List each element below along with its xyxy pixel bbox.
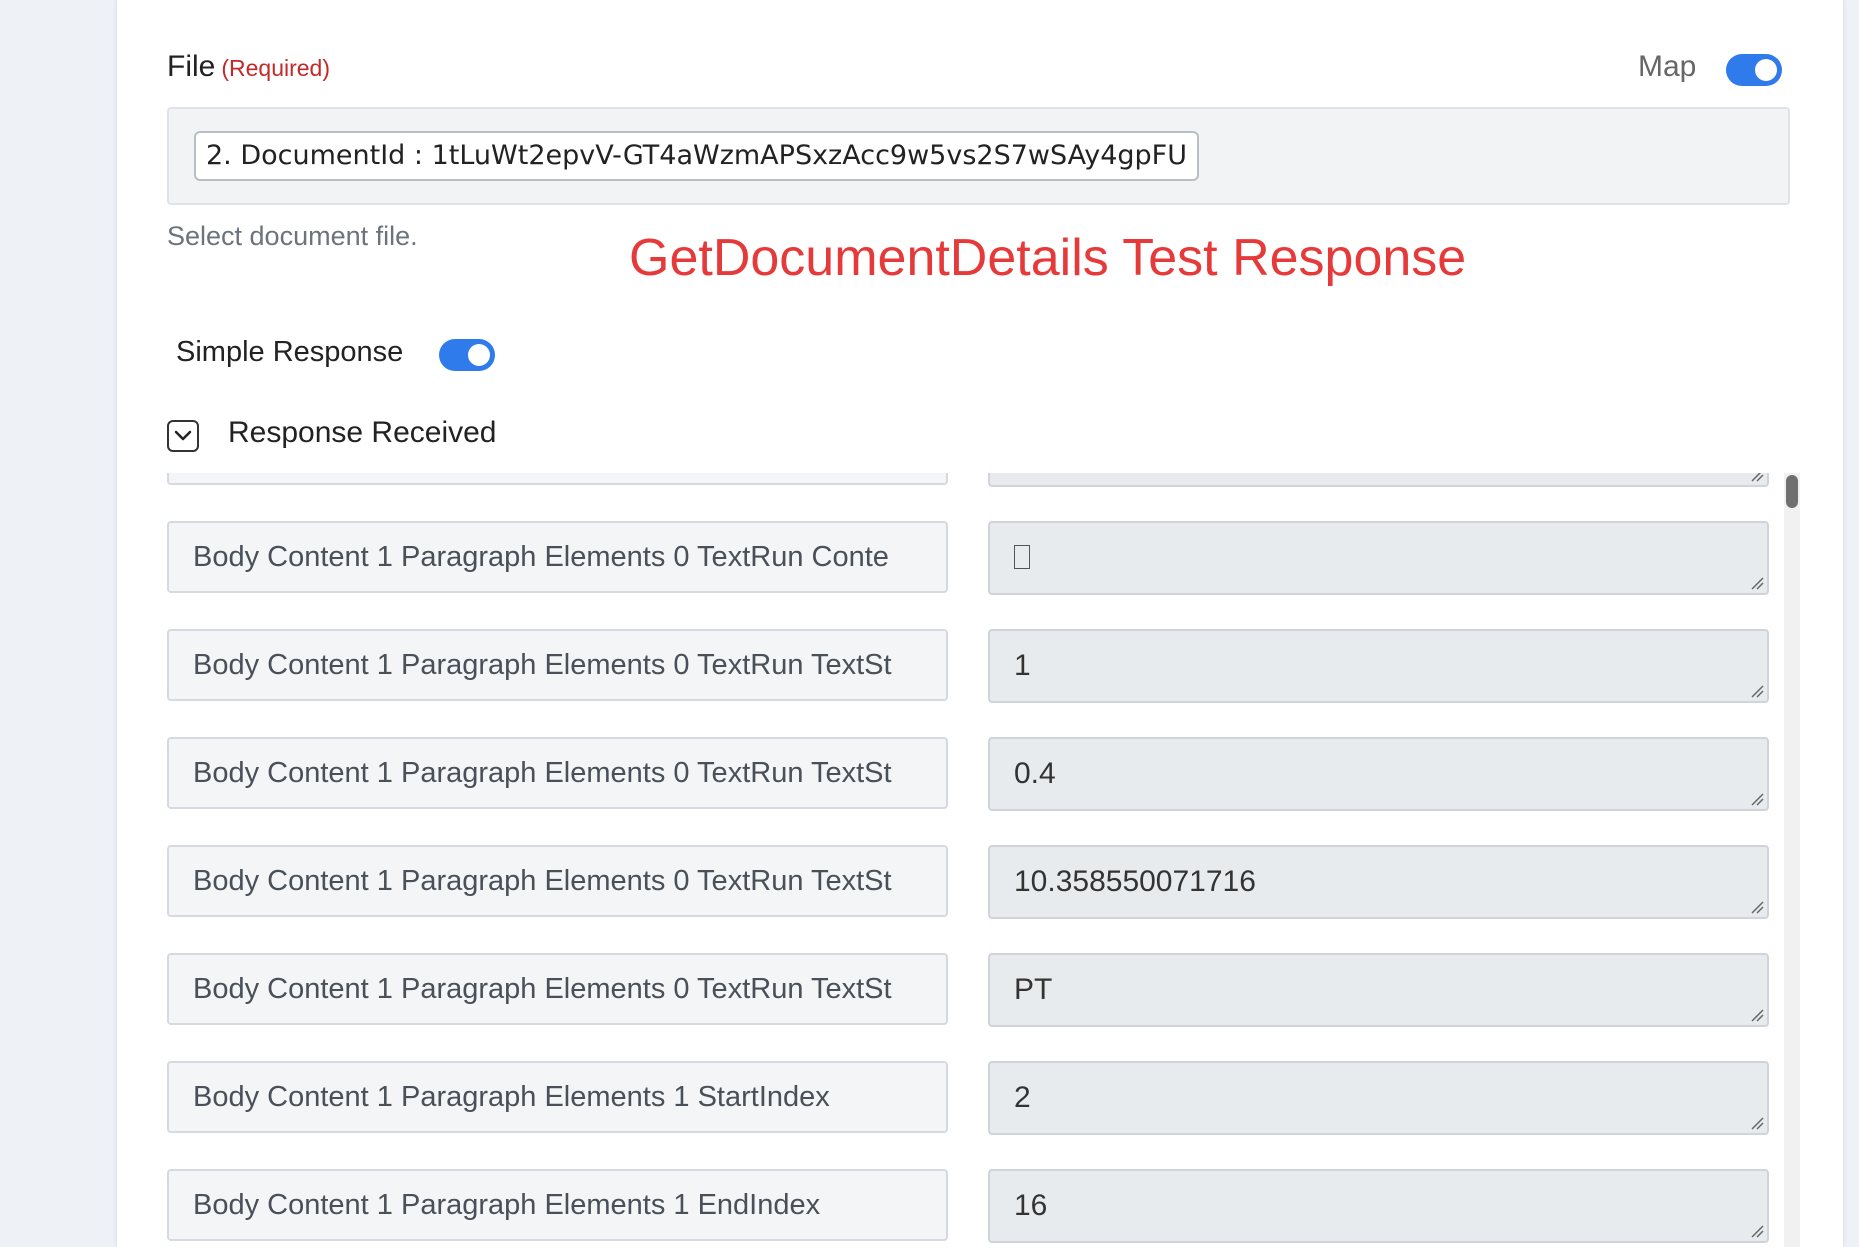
response-value-text: PT (1014, 973, 1053, 1006)
response-row: Body Content 1 Paragraph Elements 0 Text… (150, 511, 1770, 619)
response-value[interactable]: 10.358550071716 (988, 845, 1769, 919)
response-key: Body Content 1 Paragraph Elements 1 EndI… (167, 1169, 948, 1241)
chevron-down-icon (174, 430, 192, 441)
response-value[interactable]: 16 (988, 1169, 1769, 1243)
response-value[interactable]: 2 (988, 1061, 1769, 1135)
response-key: Body Content 1 Paragraph Elements 1 Star… (167, 1061, 948, 1133)
response-key: Body Content 1 Paragraph Elements 0 Text… (167, 629, 948, 701)
annotation-title: GetDocumentDetails Test Response (629, 229, 1467, 287)
file-help-text: Select document file. (167, 221, 418, 251)
resize-handle-icon[interactable] (1750, 1008, 1764, 1022)
unprintable-char-glyph (1014, 545, 1030, 570)
response-key: Body Content 1 Paragraph Elements 0 EndI… (167, 473, 948, 485)
simple-response-toggle[interactable] (439, 339, 495, 371)
response-row: Body Content 1 Paragraph Elements 0 Text… (150, 943, 1770, 1051)
resize-handle-icon[interactable] (1750, 900, 1764, 914)
response-row: Body Content 1 Paragraph Elements 1 EndI… (150, 1159, 1770, 1247)
response-scrollbar[interactable] (1784, 473, 1800, 1247)
response-list: Body Content 1 Paragraph Elements 0 EndI… (150, 473, 1800, 1247)
resize-handle-icon[interactable] (1750, 792, 1764, 806)
response-key: Body Content 1 Paragraph Elements 0 Text… (167, 845, 948, 917)
response-received-label: Response Received (228, 416, 497, 449)
response-row: Body Content 1 Paragraph Elements 0 Text… (150, 835, 1770, 943)
resize-handle-icon[interactable] (1750, 576, 1764, 590)
response-key: Body Content 1 Paragraph Elements 0 Text… (167, 737, 948, 809)
response-key: Body Content 1 Paragraph Elements 0 Text… (167, 521, 948, 593)
simple-response-label: Simple Response (176, 336, 404, 368)
response-value[interactable]: 0.4 (988, 737, 1769, 811)
response-value-text: 2 (1014, 1081, 1031, 1114)
resize-handle-icon[interactable] (1750, 1224, 1764, 1238)
response-scrollbar-thumb[interactable] (1786, 475, 1798, 508)
response-row: Body Content 1 Paragraph Elements 0 EndI… (150, 473, 1770, 511)
response-row: Body Content 1 Paragraph Elements 1 Star… (150, 1051, 1770, 1159)
response-value-text: 16 (1014, 1189, 1048, 1222)
file-label-text: File (167, 50, 216, 83)
response-value-text: 10.358550071716 (1014, 865, 1256, 898)
resize-handle-icon[interactable] (1750, 1116, 1764, 1130)
response-value[interactable]: 1 (988, 629, 1769, 703)
file-input-box[interactable]: 2. DocumentId : 1tLuWt2epvV-GT4aWzmAPSxz… (167, 107, 1790, 205)
response-value[interactable]: 2 (988, 473, 1769, 487)
response-row: Body Content 1 Paragraph Elements 0 Text… (150, 619, 1770, 727)
response-value[interactable]: PT (988, 953, 1769, 1027)
response-value-text: 0.4 (1014, 757, 1056, 790)
map-toggle[interactable] (1726, 54, 1782, 86)
map-toggle-knob (1755, 59, 1777, 81)
response-value-text: 1 (1014, 649, 1031, 682)
resize-handle-icon[interactable] (1750, 684, 1764, 698)
selected-file-chip[interactable]: 2. DocumentId : 1tLuWt2epvV-GT4aWzmAPSxz… (194, 131, 1199, 181)
resize-handle-icon[interactable] (1750, 473, 1764, 482)
map-toggle-label: Map (1638, 50, 1697, 83)
file-field-label: File (Required) (167, 50, 330, 84)
required-indicator: (Required) (221, 55, 330, 81)
response-row: Body Content 1 Paragraph Elements 0 Text… (150, 727, 1770, 835)
response-value[interactable] (988, 521, 1769, 595)
response-collapse-button[interactable] (167, 420, 199, 452)
response-key: Body Content 1 Paragraph Elements 0 Text… (167, 953, 948, 1025)
simple-response-toggle-knob (468, 344, 490, 366)
